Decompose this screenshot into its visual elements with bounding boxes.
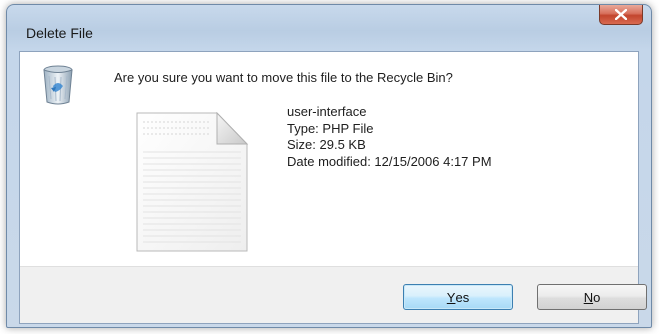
recycle-bin-icon <box>43 65 73 105</box>
file-details: user-interface Type: PHP File Size: 29.5… <box>287 104 492 170</box>
close-icon <box>615 9 627 20</box>
file-size: Size: 29.5 KB <box>287 137 366 152</box>
no-button[interactable]: No <box>537 284 647 310</box>
yes-button-mnemonic: Y <box>446 289 456 305</box>
yes-button-label: es <box>455 289 470 305</box>
confirmation-message: Are you sure you want to move this file … <box>114 70 453 85</box>
file-type: Type: PHP File <box>287 120 374 136</box>
file-date-modified: Date modified: 12/15/2006 4:17 PM <box>287 153 492 169</box>
button-bar: Yes No <box>20 266 647 323</box>
dialog-window: Delete File Are you sure you want to mov… <box>6 4 652 328</box>
window-title: Delete File <box>26 25 93 41</box>
no-button-mnemonic: N <box>583 289 594 305</box>
close-button[interactable] <box>599 5 643 25</box>
yes-button[interactable]: Yes <box>403 284 513 310</box>
no-button-label: o <box>593 289 601 305</box>
file-icon <box>136 112 249 252</box>
dialog-content: Are you sure you want to move this file … <box>19 51 647 324</box>
file-name: user-interface <box>287 104 367 119</box>
